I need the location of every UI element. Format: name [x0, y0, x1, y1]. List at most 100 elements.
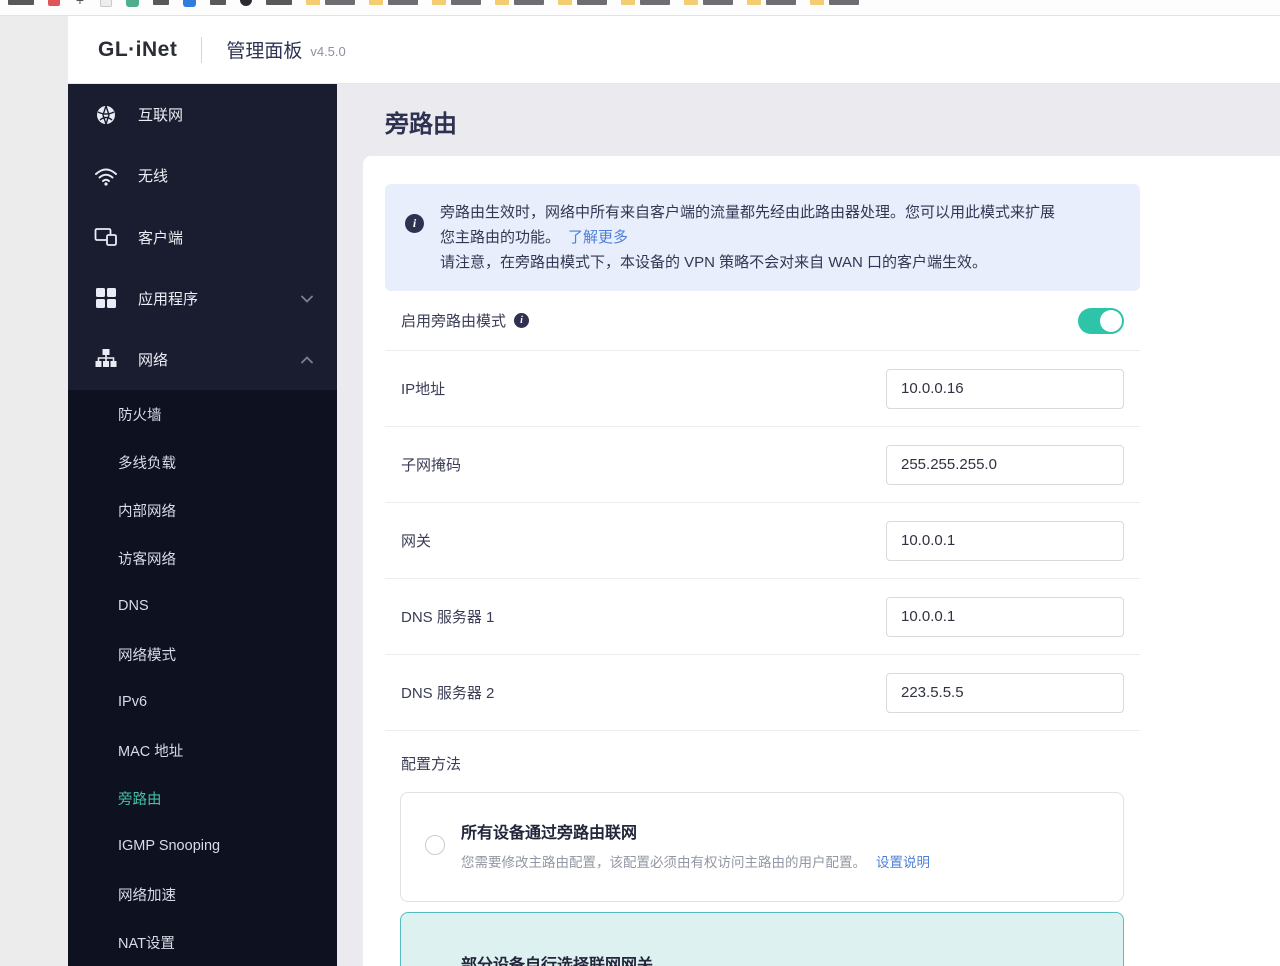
- bookmark-item[interactable]: [8, 0, 34, 5]
- option-some-devices-card[interactable]: 部分设备自行选择联网网关: [400, 912, 1124, 966]
- submenu-item-label: 多线负载: [118, 455, 176, 472]
- netmask-input[interactable]: [886, 444, 1124, 485]
- submenu-item-label: MAC 地址: [118, 743, 184, 760]
- page-title: 旁路由: [385, 111, 457, 138]
- notice-box: i 旁路由生效时，网络中所有来自客户端的流量都先经由此路由器处理。您可以用此模式…: [385, 184, 1140, 291]
- sidebar-item-applications[interactable]: 应用程序: [68, 268, 337, 329]
- window-left-gutter: [0, 16, 68, 966]
- dns-server-2-input[interactable]: [886, 672, 1124, 713]
- submenu-item-label: 旁路由: [118, 791, 162, 808]
- circle-dark-icon[interactable]: [240, 0, 252, 6]
- notice-line-1: 旁路由生效时，网络中所有来自客户端的流量都先经由此路由器处理。您可以用此模式来扩…: [440, 204, 1056, 221]
- submenu-item-nat-settings[interactable]: NAT设置: [68, 918, 337, 966]
- submenu-item-label: IGMP Snooping: [118, 838, 221, 855]
- drop-in-mode-toggle[interactable]: [1078, 307, 1124, 334]
- submenu-item-label: NAT设置: [118, 935, 175, 952]
- submenu-item-guest-network[interactable]: 访客网络: [68, 534, 337, 582]
- submenu-item-label: 网络加速: [118, 887, 176, 904]
- sidebar: 互联网 无线 客户端 应用程序 网络 防火墙 多线负载 内部网络 访客网络 DN…: [68, 84, 337, 966]
- admin-panel-title: 管理面板: [226, 41, 303, 62]
- config-method-label: 配置方法: [401, 756, 462, 773]
- field-label: 子网掩码: [401, 457, 462, 474]
- submenu-item-network-acceleration[interactable]: 网络加速: [68, 870, 337, 918]
- network-submenu: 防火墙 多线负载 内部网络 访客网络 DNS 网络模式 IPv6 MAC 地址 …: [68, 390, 337, 966]
- submenu-item-drop-in-gateway[interactable]: 旁路由: [68, 774, 337, 822]
- settings-panel: i 旁路由生效时，网络中所有来自客户端的流量都先经由此路由器处理。您可以用此模式…: [363, 156, 1280, 966]
- field-label: 网关: [401, 533, 432, 550]
- bookmark-folder[interactable]: [621, 0, 670, 5]
- bookmark-folder[interactable]: [558, 0, 607, 5]
- bookmark-folder[interactable]: [495, 0, 544, 5]
- screen: + GL·iNet 管理面板 v4.5.0 互联网 无线 客户端 应用程序 网络…: [0, 0, 1280, 966]
- browser-bookmarks-bar: +: [0, 0, 1280, 16]
- info-icon[interactable]: i: [514, 313, 530, 328]
- sidebar-item-clients[interactable]: 客户端: [68, 206, 337, 267]
- radio-unselected-icon[interactable]: [425, 835, 445, 855]
- page-gray-icon[interactable]: [100, 0, 112, 7]
- gateway-input[interactable]: [886, 520, 1124, 561]
- notice-line-3: 请注意，在旁路由模式下，本设备的 VPN 策略不会对来自 WAN 口的客户端生效…: [440, 254, 987, 271]
- bookmark-folder[interactable]: [810, 0, 859, 5]
- bookmark-item[interactable]: [210, 0, 226, 5]
- folder-icon: [747, 0, 761, 5]
- submenu-item-lan[interactable]: 内部网络: [68, 486, 337, 534]
- ip-address-input[interactable]: [886, 368, 1124, 409]
- submenu-item-multi-wan[interactable]: 多线负载: [68, 438, 337, 486]
- setup-instructions-link[interactable]: 设置说明: [876, 855, 930, 870]
- option-title: 所有设备通过旁路由联网: [461, 825, 638, 842]
- sidebar-item-label: 客户端: [138, 229, 184, 247]
- field-label: DNS 服务器 1: [401, 609, 495, 626]
- folder-icon: [306, 0, 320, 5]
- bookmark-red-icon[interactable]: [48, 0, 60, 6]
- submenu-item-mac-address[interactable]: MAC 地址: [68, 726, 337, 774]
- app-green-icon[interactable]: [126, 0, 139, 7]
- bookmark-folder[interactable]: [369, 0, 418, 5]
- sidebar-item-label: 互联网: [138, 107, 184, 125]
- submenu-item-dns[interactable]: DNS: [68, 582, 337, 630]
- learn-more-link[interactable]: 了解更多: [568, 229, 628, 246]
- header-divider: [201, 36, 203, 63]
- chevron-up-icon: [301, 351, 313, 368]
- dns-server-1-input[interactable]: [886, 596, 1124, 637]
- enable-drop-in-mode-row: 启用旁路由模式 i: [385, 291, 1140, 351]
- submenu-item-label: 访客网络: [118, 551, 176, 568]
- sidebar-item-network[interactable]: 网络: [68, 329, 337, 390]
- dns-server-2-row: DNS 服务器 2: [385, 655, 1140, 731]
- sidebar-item-label: 无线: [138, 168, 169, 186]
- info-icon: i: [405, 214, 424, 233]
- option-all-devices-card[interactable]: 所有设备通过旁路由联网 您需要修改主路由配置，该配置必须由有权访问主路由的用户配…: [400, 792, 1124, 902]
- bookmark-folder[interactable]: [432, 0, 481, 5]
- bookmark-item[interactable]: [153, 0, 169, 5]
- new-tab-plus-icon[interactable]: +: [74, 0, 86, 7]
- app-blue-icon[interactable]: [183, 0, 196, 7]
- toggle-knob: [1100, 309, 1122, 332]
- wifi-icon: [94, 164, 118, 188]
- folder-icon: [810, 0, 824, 5]
- bookmark-item[interactable]: [266, 0, 292, 5]
- sidebar-item-internet[interactable]: 互联网: [68, 84, 337, 145]
- ip-address-row: IP地址: [385, 351, 1140, 427]
- sidebar-item-wireless[interactable]: 无线: [68, 145, 337, 206]
- bookmark-folder[interactable]: [306, 0, 355, 5]
- field-label: DNS 服务器 2: [401, 685, 495, 702]
- submenu-item-label: 防火墙: [118, 407, 162, 424]
- globe-icon: [94, 103, 118, 127]
- notice-line-2: 您主路由的功能。: [440, 229, 561, 246]
- toggle-label: 启用旁路由模式: [401, 313, 507, 330]
- apps-icon: [94, 286, 118, 310]
- app-header: GL·iNet 管理面板 v4.5.0: [68, 16, 1280, 84]
- submenu-item-network-mode[interactable]: 网络模式: [68, 630, 337, 678]
- option-title: 部分设备自行选择联网网关: [461, 957, 654, 966]
- main-content: 旁路由 i 旁路由生效时，网络中所有来自客户端的流量都先经由此路由器处理。您可以…: [337, 84, 1280, 966]
- bookmark-folder[interactable]: [747, 0, 796, 5]
- firmware-version: v4.5.0: [310, 44, 346, 59]
- submenu-item-firewall[interactable]: 防火墙: [68, 390, 337, 438]
- submenu-item-ipv6[interactable]: IPv6: [68, 678, 337, 726]
- submenu-item-label: DNS: [118, 598, 149, 615]
- submenu-item-igmp-snooping[interactable]: IGMP Snooping: [68, 822, 337, 870]
- dns-server-1-row: DNS 服务器 1: [385, 579, 1140, 655]
- network-icon: [94, 347, 118, 371]
- bookmark-folder[interactable]: [684, 0, 733, 5]
- gateway-row: 网关: [385, 503, 1140, 579]
- glinet-logo: GL·iNet: [98, 37, 178, 61]
